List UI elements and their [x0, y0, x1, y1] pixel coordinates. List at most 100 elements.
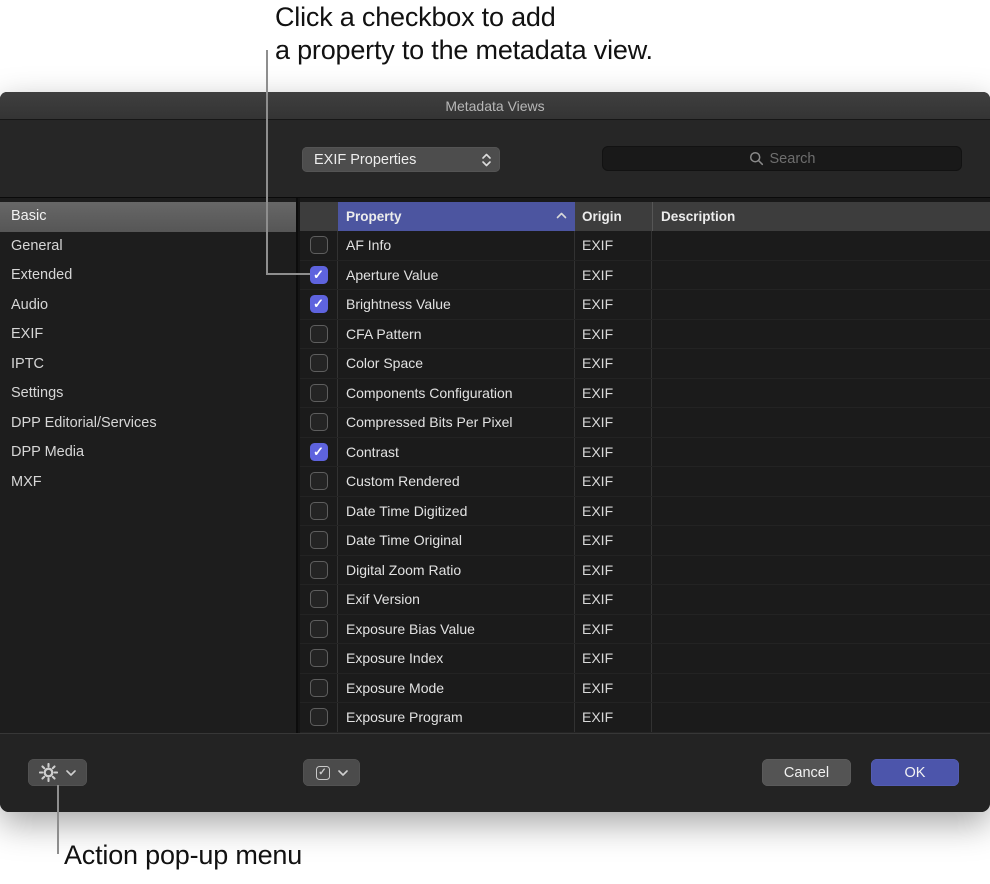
- sidebar-item-dpp-editorial-services[interactable]: DPP Editorial/Services: [0, 409, 296, 439]
- checkbox-cell: [300, 467, 338, 496]
- description-cell: [652, 231, 990, 260]
- table-row: Exposure ModeEXIF: [300, 674, 990, 704]
- description-cell: [652, 497, 990, 526]
- sort-ascending-icon: [556, 212, 567, 219]
- description-cell: [652, 703, 990, 732]
- row-checkbox[interactable]: ✓: [310, 443, 328, 461]
- main-content: BasicGeneralExtendedAudioEXIFIPTCSetting…: [0, 198, 990, 733]
- row-checkbox[interactable]: [310, 236, 328, 254]
- checkbox-popup-button[interactable]: ✓: [303, 759, 360, 786]
- origin-cell: EXIF: [575, 438, 652, 467]
- checkbox-cell: ✓: [300, 290, 338, 319]
- annotation-checkbox-help: Click a checkbox to add a property to th…: [275, 1, 653, 67]
- column-header-origin[interactable]: Origin: [575, 202, 652, 231]
- annotation-line-2: a property to the metadata view.: [275, 34, 653, 67]
- cancel-button[interactable]: Cancel: [762, 759, 851, 786]
- origin-cell: EXIF: [575, 349, 652, 378]
- row-checkbox[interactable]: [310, 472, 328, 490]
- description-cell: [652, 261, 990, 290]
- property-cell: CFA Pattern: [338, 320, 575, 349]
- column-header-description-label: Description: [661, 209, 735, 224]
- property-cell: Contrast: [338, 438, 575, 467]
- chevron-down-icon: [338, 770, 348, 776]
- checkbox-cell: [300, 703, 338, 732]
- column-header-description[interactable]: Description: [652, 202, 990, 231]
- description-cell: [652, 585, 990, 614]
- search-icon: [749, 151, 764, 166]
- row-checkbox[interactable]: [310, 679, 328, 697]
- checkbox-cell: [300, 674, 338, 703]
- sidebar-item-audio[interactable]: Audio: [0, 291, 296, 321]
- table-row: ✓Brightness ValueEXIF: [300, 290, 990, 320]
- sidebar-item-basic[interactable]: Basic: [0, 202, 296, 232]
- ok-button[interactable]: OK: [871, 759, 959, 786]
- annotation-line-1: Click a checkbox to add: [275, 1, 653, 34]
- checkbox-cell: [300, 644, 338, 673]
- column-header-origin-label: Origin: [582, 209, 622, 224]
- property-cell: Date Time Original: [338, 526, 575, 555]
- action-popup-button[interactable]: [28, 759, 87, 786]
- property-cell: Exif Version: [338, 585, 575, 614]
- sidebar-item-dpp-media[interactable]: DPP Media: [0, 438, 296, 468]
- checkbox-cell: [300, 408, 338, 437]
- table-row: Compressed Bits Per PixelEXIF: [300, 408, 990, 438]
- metadata-view-dropdown-value: EXIF Properties: [314, 152, 416, 168]
- table-header-row: Property Origin Description: [300, 202, 990, 231]
- window-titlebar[interactable]: Metadata Views: [0, 92, 990, 120]
- row-checkbox[interactable]: [310, 620, 328, 638]
- origin-cell: EXIF: [575, 703, 652, 732]
- table-row: Custom RenderedEXIF: [300, 467, 990, 497]
- property-cell: Brightness Value: [338, 290, 575, 319]
- row-checkbox[interactable]: [310, 590, 328, 608]
- chevron-down-icon: [66, 770, 76, 776]
- property-cell: Exposure Program: [338, 703, 575, 732]
- column-header-property[interactable]: Property: [338, 202, 575, 231]
- sidebar: BasicGeneralExtendedAudioEXIFIPTCSetting…: [0, 198, 298, 733]
- row-checkbox[interactable]: ✓: [310, 266, 328, 284]
- row-checkbox[interactable]: [310, 649, 328, 667]
- sidebar-item-iptc[interactable]: IPTC: [0, 350, 296, 380]
- column-header-checkbox[interactable]: [300, 202, 338, 231]
- row-checkbox[interactable]: ✓: [310, 295, 328, 313]
- table-body: AF InfoEXIF✓Aperture ValueEXIF✓Brightnes…: [300, 231, 990, 733]
- row-checkbox[interactable]: [310, 384, 328, 402]
- callout-line-top-horizontal: [266, 273, 310, 275]
- row-checkbox[interactable]: [310, 561, 328, 579]
- chevron-up-down-icon: [481, 152, 492, 168]
- property-cell: Color Space: [338, 349, 575, 378]
- origin-cell: EXIF: [575, 526, 652, 555]
- description-cell: [652, 379, 990, 408]
- sidebar-item-mxf[interactable]: MXF: [0, 468, 296, 498]
- sidebar-item-settings[interactable]: Settings: [0, 379, 296, 409]
- description-cell: [652, 290, 990, 319]
- property-cell: Custom Rendered: [338, 467, 575, 496]
- description-cell: [652, 674, 990, 703]
- sidebar-item-exif[interactable]: EXIF: [0, 320, 296, 350]
- origin-cell: EXIF: [575, 556, 652, 585]
- description-cell: [652, 526, 990, 555]
- table-row: Exif VersionEXIF: [300, 585, 990, 615]
- property-cell: Exposure Mode: [338, 674, 575, 703]
- description-cell: [652, 320, 990, 349]
- checkbox-menu-icon: ✓: [316, 766, 330, 780]
- row-checkbox[interactable]: [310, 708, 328, 726]
- property-cell: Exposure Index: [338, 644, 575, 673]
- row-checkbox[interactable]: [310, 413, 328, 431]
- row-checkbox[interactable]: [310, 502, 328, 520]
- sidebar-item-general[interactable]: General: [0, 232, 296, 262]
- metadata-view-dropdown[interactable]: EXIF Properties: [302, 147, 500, 172]
- row-checkbox[interactable]: [310, 354, 328, 372]
- checkbox-cell: [300, 526, 338, 555]
- search-input[interactable]: Search: [602, 146, 962, 171]
- table-row: Color SpaceEXIF: [300, 349, 990, 379]
- row-checkbox[interactable]: [310, 531, 328, 549]
- description-cell: [652, 438, 990, 467]
- row-checkbox[interactable]: [310, 325, 328, 343]
- origin-cell: EXIF: [575, 615, 652, 644]
- sidebar-item-extended[interactable]: Extended: [0, 261, 296, 291]
- table-row: Digital Zoom RatioEXIF: [300, 556, 990, 586]
- property-cell: AF Info: [338, 231, 575, 260]
- table-row: ✓Aperture ValueEXIF: [300, 261, 990, 291]
- table-row: Exposure ProgramEXIF: [300, 703, 990, 733]
- property-cell: Compressed Bits Per Pixel: [338, 408, 575, 437]
